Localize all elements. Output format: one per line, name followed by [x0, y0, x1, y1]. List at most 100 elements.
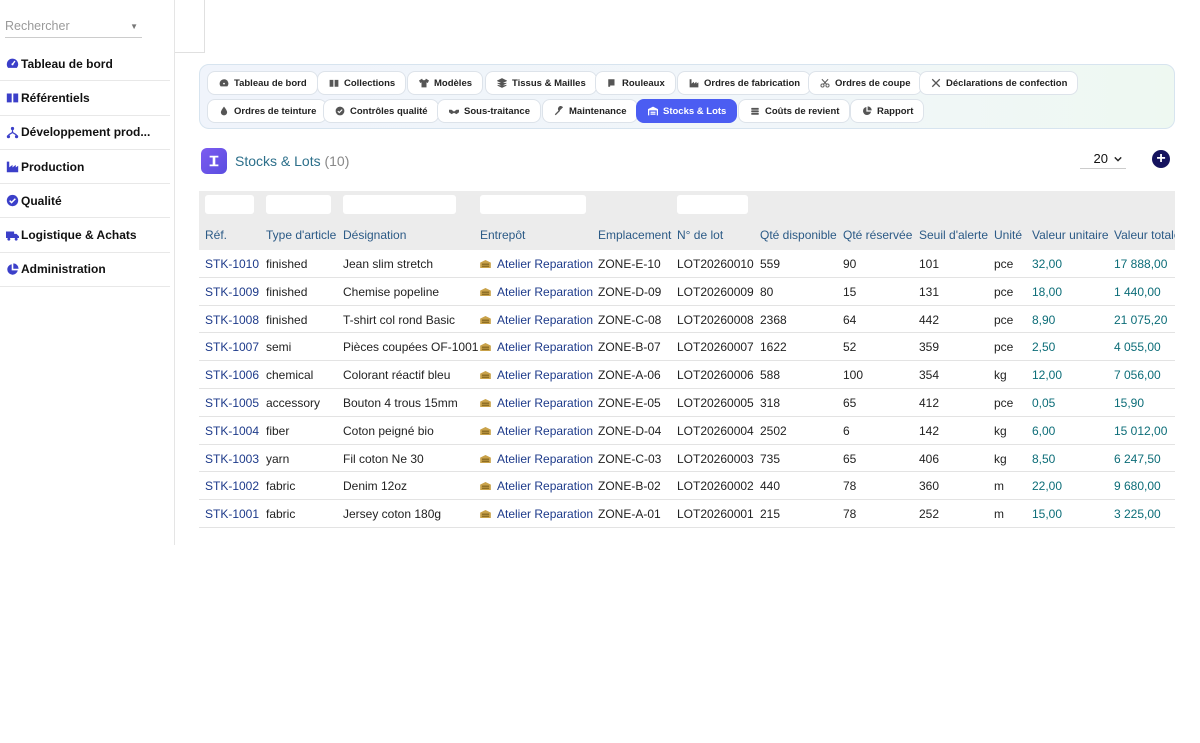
chevron-down-icon[interactable]: ▼	[130, 22, 138, 31]
cell-text: 9 680,00	[1114, 479, 1161, 494]
table-row[interactable]: STK-1009 finished Chemise popeline Atelier …	[199, 278, 1175, 306]
tab-tissus-mailles[interactable]: Tissus & Mailles	[485, 71, 597, 95]
cell-entrepot[interactable]: Atelier Reparation	[480, 424, 593, 438]
sidebar-item-tableau-de-bord[interactable]: Tableau de bord	[0, 47, 170, 82]
cell-entrepot[interactable]: Atelier Reparation	[480, 452, 593, 466]
cell-unite: pce	[994, 313, 1013, 327]
cell-ref[interactable]: STK-1008	[205, 313, 259, 327]
cell-entrepot[interactable]: Atelier Reparation	[480, 396, 593, 410]
cell-entrepot[interactable]: Atelier Reparation	[480, 285, 593, 299]
cell-entrepot[interactable]: Atelier Reparation	[480, 479, 593, 493]
page-size-select[interactable]: 20	[1080, 149, 1126, 169]
cell-text: 65	[843, 396, 857, 410]
tab-ordres-de-fabrication[interactable]: Ordres de fabrication	[677, 71, 812, 95]
filter-designation[interactable]	[343, 195, 456, 214]
cell-text: m	[994, 479, 1004, 494]
cell-text: LOT20260007	[677, 340, 754, 355]
cell-ref[interactable]: STK-1004	[205, 424, 259, 438]
cell-entrepot[interactable]: Atelier Reparation	[480, 340, 593, 354]
tab-modeles[interactable]: Modèles	[407, 71, 484, 95]
cell-entrepot[interactable]: Atelier Reparation	[480, 257, 593, 271]
cell-text: yarn	[266, 451, 290, 466]
column-header-emplacement[interactable]: Emplacement	[598, 228, 671, 242]
search-box[interactable]: ▼	[5, 16, 142, 38]
tab-couts-de-revient[interactable]: Coûts de revient	[738, 99, 851, 123]
column-header-qte-reservee[interactable]: Qté réservée	[843, 228, 912, 242]
sidebar-item-developpement[interactable]: Développement prod...	[0, 116, 170, 150]
cell-valeur-totale: 1 440,00	[1114, 285, 1161, 299]
tab-ordres-de-coupe[interactable]: Ordres de coupe	[808, 71, 922, 95]
cell-seuil: 354	[919, 368, 939, 382]
cell-ref[interactable]: STK-1003	[205, 452, 259, 466]
industry-icon	[5, 160, 19, 174]
cell-text: STK-1009	[205, 284, 260, 299]
table-row[interactable]: STK-1007 semi Pièces coupées OF-1001 Atelie…	[199, 333, 1175, 362]
cell-ref[interactable]: STK-1001	[205, 507, 259, 521]
column-header-qte-disponible[interactable]: Qté disponible	[760, 228, 837, 242]
cell-ref[interactable]: STK-1005	[205, 396, 259, 410]
cell-ref[interactable]: STK-1006	[205, 368, 259, 382]
cell-seuil: 142	[919, 424, 939, 438]
table-row[interactable]: STK-1005 accessory Bouton 4 trous 15mm Atel…	[199, 389, 1175, 417]
table-row[interactable]: STK-1008 finished T-shirt col rond Basic At…	[199, 306, 1175, 334]
filter-entrepot[interactable]	[480, 195, 586, 214]
column-header-valeur-totale[interactable]: Valeur totale	[1114, 228, 1175, 242]
filter-type[interactable]	[266, 195, 331, 214]
filter-ref[interactable]	[205, 195, 254, 214]
tab-ordres-de-teinture[interactable]: Ordres de teinture	[207, 99, 328, 123]
tab-tableau-de-bord[interactable]: Tableau de bord	[207, 71, 318, 95]
table-row[interactable]: STK-1006 chemical Colorant réactif bleu Ate…	[199, 361, 1175, 389]
cell-ref[interactable]: STK-1007	[205, 340, 259, 354]
column-header-unite[interactable]: Unité	[994, 228, 1022, 242]
tab-collections[interactable]: Collections	[317, 71, 407, 95]
cell-ref[interactable]: STK-1010	[205, 257, 259, 271]
sidebar-item-label: Référentiels	[21, 90, 90, 105]
tab-stocks-lots[interactable]: Stocks & Lots	[636, 99, 738, 123]
column-header-ref[interactable]: Réf.	[205, 228, 227, 242]
check-circle-icon	[5, 194, 19, 208]
pie-icon	[861, 105, 873, 117]
cell-entrepot[interactable]: Atelier Reparation	[480, 368, 593, 382]
cell-qte-reservee: 52	[843, 340, 856, 354]
tab-sous-traitance[interactable]: Sous-traitance	[437, 99, 541, 123]
sidebar-item-qualite[interactable]: Qualité	[0, 184, 170, 219]
table-row[interactable]: STK-1001 fabric Jersey coton 180g Atelier R…	[199, 500, 1175, 528]
column-header-designation[interactable]: Désignation	[343, 228, 406, 242]
cell-text: 252	[919, 507, 940, 522]
cell-text: chemical	[266, 368, 314, 383]
cell-entrepot[interactable]: Atelier Reparation	[480, 313, 593, 327]
sidebar-item-logistique[interactable]: Logistique & Achats	[0, 218, 170, 253]
table-row[interactable]: STK-1002 fabric Denim 12oz Atelier Reparati…	[199, 472, 1175, 501]
tab-maintenance[interactable]: Maintenance	[542, 99, 638, 123]
tab-label: Tableau de bord	[234, 77, 307, 89]
search-input[interactable]	[5, 16, 125, 33]
cell-lot: LOT20260010	[677, 257, 754, 271]
column-header-valeur-unitaire[interactable]: Valeur unitaire	[1032, 228, 1109, 242]
cell-type: finished	[266, 257, 307, 271]
table-row[interactable]: STK-1010 finished Jean slim stretch Atelier…	[199, 250, 1175, 278]
column-header-entrepot[interactable]: Entrepôt	[480, 228, 525, 242]
column-header-seuil[interactable]: Seuil d'alerte	[919, 228, 988, 242]
cell-text: STK-1001	[205, 507, 260, 522]
cell-ref[interactable]: STK-1009	[205, 285, 259, 299]
table-row[interactable]: STK-1004 fiber Coton peigné bio Atelier Rep…	[199, 417, 1175, 445]
sidebar-item-referentiels[interactable]: Référentiels	[0, 81, 170, 116]
filter-lot[interactable]	[677, 195, 748, 214]
column-header-lot[interactable]: N° de lot	[677, 228, 723, 242]
tab-controles-qualite[interactable]: Contrôles qualité	[323, 99, 439, 123]
cell-ref[interactable]: STK-1002	[205, 479, 259, 493]
column-header-type[interactable]: Type d'article	[266, 228, 336, 242]
cell-text: LOT20260008	[677, 312, 754, 327]
table-row[interactable]: STK-1003 yarn Fil coton Ne 30 Atelier Repar…	[199, 445, 1175, 473]
droplet-icon	[218, 105, 230, 117]
tab-rouleaux[interactable]: Rouleaux	[595, 71, 676, 95]
add-button[interactable]: +	[1152, 150, 1170, 168]
cell-text: 8,50	[1032, 451, 1056, 466]
sidebar-item-production[interactable]: Production	[0, 150, 170, 185]
check-circle-icon	[334, 105, 346, 117]
tab-declarations-confection[interactable]: Déclarations de confection	[919, 71, 1079, 95]
cell-text: LOT20260004	[677, 423, 754, 438]
tab-rapport[interactable]: Rapport	[850, 99, 925, 123]
cell-entrepot[interactable]: Atelier Reparation	[480, 507, 593, 521]
sidebar-item-administration[interactable]: Administration	[0, 253, 170, 288]
